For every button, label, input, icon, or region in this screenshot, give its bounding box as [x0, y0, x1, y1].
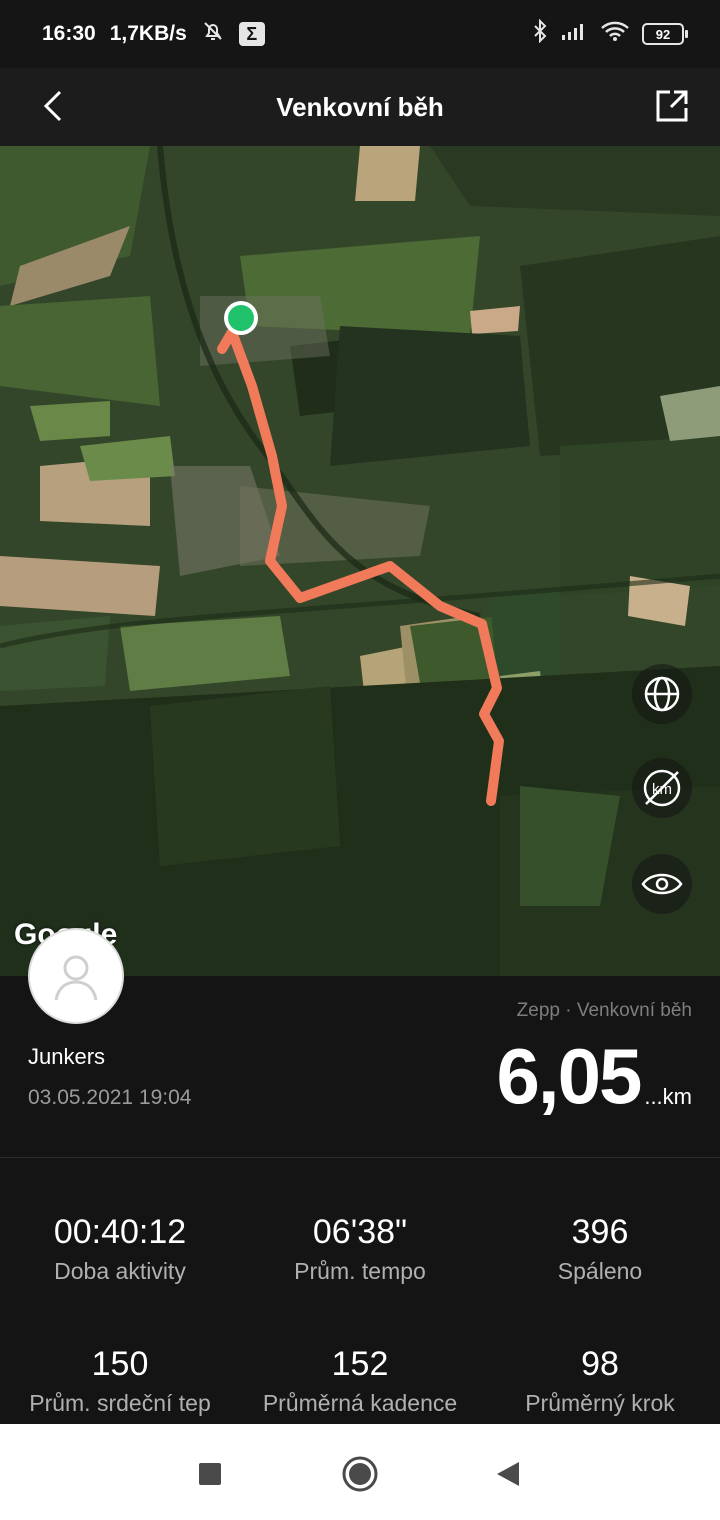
stat-label: Spáleno	[557, 1258, 643, 1284]
stat-label: Průměrný krok	[525, 1390, 675, 1416]
back-triangle-icon	[497, 1462, 519, 1486]
status-right: 92	[532, 18, 688, 49]
bluetooth-icon	[532, 18, 548, 49]
user-placeholder-icon	[54, 955, 98, 1001]
battery-icon: 92	[642, 23, 688, 45]
stat-value: 98	[581, 1345, 619, 1383]
stat-value: 00:40:12	[53, 1213, 187, 1251]
stats-grid: 00:40:12 Doba aktivity 06'38" Prům. temp…	[0, 1158, 720, 1424]
status-time: 16:30	[42, 22, 96, 45]
globe-icon	[644, 676, 680, 712]
stat-label: Prům. tempo	[294, 1258, 426, 1284]
bell-off-icon	[201, 19, 225, 49]
chevron-left-icon	[43, 90, 62, 122]
map-view[interactable]: km	[0, 146, 720, 976]
avatar[interactable]	[28, 928, 124, 1024]
sigma-icon: Σ	[238, 22, 265, 46]
stat-calories: 396 Spáleno	[480, 1212, 720, 1285]
stat-label: Průměrná kadence	[262, 1390, 458, 1416]
user-name: Junkers	[28, 1044, 106, 1069]
app-bar: Venkovní běh	[0, 68, 720, 146]
system-nav-bar	[0, 1424, 720, 1520]
battery-level: 92	[655, 26, 671, 42]
recents-button[interactable]	[188, 1452, 232, 1496]
stat-value: 152	[331, 1345, 389, 1383]
recents-square-icon	[199, 1463, 221, 1485]
stat-value: 396	[571, 1213, 629, 1251]
stat-heart-rate: 150 Prům. srdeční tep	[0, 1344, 240, 1417]
distance-unit: ...km	[644, 1084, 692, 1109]
status-bar: 16:30 1,7KB/s Σ 92	[0, 0, 720, 68]
distance-value: 6,05	[496, 1032, 643, 1120]
nav-back-button[interactable]	[486, 1452, 530, 1496]
workout-datetime: 03.05.2021 19:04	[28, 1086, 192, 1109]
network-speed: 1,7KB/s	[109, 22, 187, 45]
globe-button[interactable]	[632, 664, 692, 724]
km-off-icon: km	[643, 769, 681, 807]
distance-display: 6,05 ...km	[497, 1036, 692, 1116]
km-markers-button[interactable]: km	[632, 758, 692, 818]
stat-cadence: 152 Průměrná kadence	[240, 1344, 480, 1417]
stat-label: Doba aktivity	[54, 1258, 186, 1284]
home-button[interactable]	[338, 1452, 382, 1496]
stat-value: 06'38"	[312, 1213, 408, 1251]
home-circle-icon	[342, 1456, 378, 1492]
stat-stride: 98 Průměrný krok	[480, 1344, 720, 1417]
workout-source: Zepp · Venkovní běh	[516, 1000, 692, 1021]
route-layer	[217, 301, 504, 806]
visibility-button[interactable]	[632, 854, 692, 914]
stat-value: 150	[91, 1345, 149, 1383]
wifi-icon	[600, 20, 630, 48]
stat-pace: 06'38" Prům. tempo	[240, 1212, 480, 1285]
eye-icon	[641, 873, 683, 895]
route-path	[217, 327, 504, 806]
share-button[interactable]	[648, 82, 696, 130]
signal-icon	[560, 21, 588, 47]
status-left: 16:30 1,7KB/s Σ	[42, 19, 265, 49]
stat-label: Prům. srdeční tep	[29, 1390, 211, 1416]
share-icon	[656, 90, 688, 122]
back-button[interactable]	[30, 82, 78, 130]
page-title: Venkovní běh	[276, 91, 444, 122]
stat-duration: 00:40:12 Doba aktivity	[0, 1212, 240, 1285]
